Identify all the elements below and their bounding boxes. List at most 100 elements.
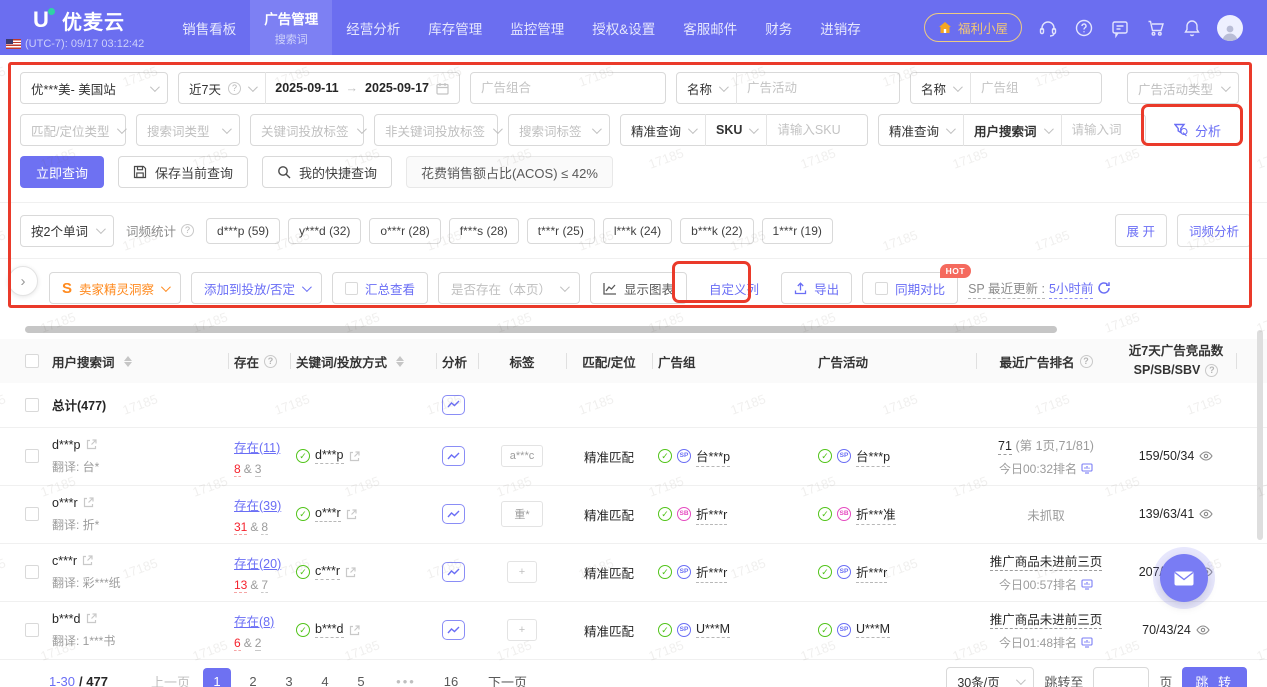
exists-red-count[interactable]: 31	[234, 520, 247, 535]
match-type-select[interactable]: 匹配/定位类型	[20, 114, 126, 146]
trend-chart-icon[interactable]	[442, 395, 465, 415]
analyze-button[interactable]: 分析	[1174, 121, 1221, 140]
collapse-panel-handle[interactable]: ›	[8, 266, 38, 296]
nav-item-authorization-settings[interactable]: 授权&设置	[578, 0, 669, 55]
exists-gray-count[interactable]: 8	[261, 520, 268, 535]
page-button-4[interactable]: 4	[311, 668, 339, 687]
word-input-field[interactable]	[1062, 123, 1145, 137]
vertical-scrollbar[interactable]	[1257, 330, 1263, 540]
exists-red-count[interactable]: 6	[234, 636, 241, 651]
store-select[interactable]: 优***美- 美国站	[20, 72, 168, 104]
welfare-house-button[interactable]: 福利小屋	[924, 13, 1022, 42]
rank-value[interactable]: 71	[998, 439, 1012, 455]
keyword-text[interactable]: c***r	[315, 564, 340, 580]
checkbox[interactable]	[875, 282, 888, 295]
save-query-button[interactable]: 保存当前查询	[118, 156, 248, 188]
adgroup-link[interactable]: 折***r	[696, 504, 727, 525]
nav-item-erp[interactable]: 进销存	[806, 0, 875, 55]
non-keyword-tag-select[interactable]: 非关键词投放标签	[374, 114, 498, 146]
search-term-text[interactable]: o***r	[52, 496, 78, 510]
page-size-select[interactable]: 30条/页	[946, 667, 1034, 687]
prev-page-button[interactable]: 上一页	[151, 668, 190, 687]
freq-chip[interactable]: t***r (25)	[527, 218, 595, 244]
campaign-link[interactable]: 台***p	[856, 446, 890, 467]
freq-chip[interactable]: y***d (32)	[288, 218, 361, 244]
nav-item-ad-management[interactable]: 广告管理 搜索词	[250, 0, 332, 55]
acos-filter-chip[interactable]: 花费销售额占比(ACOS) ≤ 42%	[406, 156, 613, 188]
external-link-icon[interactable]	[82, 555, 93, 566]
campaign-type-select[interactable]: 广告活动类型	[1127, 72, 1239, 104]
word-field-select[interactable]: 用户搜索词	[964, 115, 1061, 145]
search-term-text[interactable]: b***d	[52, 612, 81, 626]
page-button-2[interactable]: 2	[239, 668, 267, 687]
summary-view-toggle[interactable]: 汇总查看	[332, 272, 428, 304]
show-chart-button[interactable]: 显示图表	[590, 272, 687, 304]
eye-icon[interactable]	[1199, 451, 1213, 461]
portfolio-input-field[interactable]	[471, 73, 665, 103]
customer-service-icon[interactable]	[1037, 17, 1058, 38]
nav-item-sales-board[interactable]: 销售看板	[168, 0, 250, 55]
notification-bell-icon[interactable]	[1181, 17, 1202, 38]
adgroup-link[interactable]: 台***p	[696, 446, 730, 467]
exists-gray-count[interactable]: 7	[261, 578, 268, 593]
nav-item-inventory[interactable]: 库存管理	[414, 0, 496, 55]
sort-icon[interactable]	[124, 356, 132, 367]
exists-on-page-select[interactable]: 是否存在（本页）	[438, 272, 580, 304]
page-button-1[interactable]: 1	[203, 668, 231, 687]
adgroup-input-field[interactable]	[971, 81, 1101, 95]
keyword-tag-select[interactable]: 关键词投放标签	[250, 114, 364, 146]
word-query-mode-select[interactable]: 精准查询	[879, 115, 963, 145]
feedback-mail-fab[interactable]	[1160, 554, 1208, 602]
word-frequency-analysis-button[interactable]: 词频分析	[1177, 214, 1251, 247]
campaign-link[interactable]: 折***r	[856, 562, 887, 583]
trend-chart-icon[interactable]	[442, 562, 465, 582]
search-term-text[interactable]: d***p	[52, 438, 81, 452]
sellersprite-insight-dropdown[interactable]: S 卖家精灵洞察	[49, 272, 181, 304]
nav-item-monitoring[interactable]: 监控管理	[496, 0, 578, 55]
col-header-keyword[interactable]: 关键词/投放方式	[290, 339, 436, 383]
external-link-icon[interactable]	[349, 451, 360, 462]
tag-chip[interactable]: a***c	[501, 445, 543, 467]
adgroup-name-mode-select[interactable]: 名称	[911, 73, 970, 103]
custom-columns-button[interactable]: 自定义列	[701, 272, 767, 304]
freq-chip[interactable]: d***p (59)	[206, 218, 280, 244]
freq-chip[interactable]: 1***r (19)	[762, 218, 833, 244]
campaign-link[interactable]: 折***准	[856, 504, 896, 525]
add-tag-button[interactable]: +	[507, 561, 537, 583]
exists-gray-count[interactable]: 3	[255, 462, 262, 477]
row-checkbox[interactable]	[25, 507, 39, 521]
my-quick-query-button[interactable]: 我的快捷查询	[262, 156, 392, 188]
more-pages-ellipsis[interactable]: •••	[392, 668, 420, 687]
freq-chip[interactable]: b***k (22)	[680, 218, 753, 244]
expand-button[interactable]: 展 开	[1115, 214, 1167, 247]
feedback-icon[interactable]	[1109, 17, 1130, 38]
trend-chart-icon[interactable]	[442, 446, 465, 466]
rank-value[interactable]: 推广商品未进前三页	[990, 555, 1103, 571]
external-link-icon[interactable]	[83, 497, 94, 508]
update-time-link[interactable]: 5小时前	[1049, 278, 1093, 299]
external-link-icon[interactable]	[349, 625, 360, 636]
row-checkbox[interactable]	[25, 398, 39, 412]
freq-chip[interactable]: f***s (28)	[449, 218, 519, 244]
term-tag-select[interactable]: 搜索词标签	[508, 114, 610, 146]
rank-monitor-icon[interactable]	[1081, 637, 1093, 648]
export-button[interactable]: 导出	[781, 272, 852, 304]
exists-gray-count[interactable]: 2	[255, 636, 262, 651]
sku-field-select[interactable]: SKU	[706, 115, 766, 145]
trend-chart-icon[interactable]	[442, 620, 465, 640]
sort-icon[interactable]	[396, 356, 404, 367]
date-range-picker[interactable]: 近7天 ? 2025-09-11→2025-09-17	[178, 72, 460, 104]
jump-page-input[interactable]	[1093, 667, 1149, 687]
external-link-icon[interactable]	[346, 509, 357, 520]
exists-link[interactable]: 存在(11)	[234, 441, 280, 455]
nav-item-customer-email[interactable]: 客服邮件	[669, 0, 751, 55]
adgroup-link[interactable]: 折***r	[696, 562, 727, 583]
keyword-text[interactable]: b***d	[315, 622, 344, 638]
external-link-icon[interactable]	[86, 613, 97, 624]
page-button-3[interactable]: 3	[275, 668, 303, 687]
nav-item-finance[interactable]: 财务	[751, 0, 806, 55]
select-all-checkbox[interactable]	[25, 354, 39, 368]
row-checkbox[interactable]	[25, 449, 39, 463]
help-icon[interactable]	[1073, 17, 1094, 38]
word-count-mode-select[interactable]: 按2个单词	[20, 215, 114, 247]
